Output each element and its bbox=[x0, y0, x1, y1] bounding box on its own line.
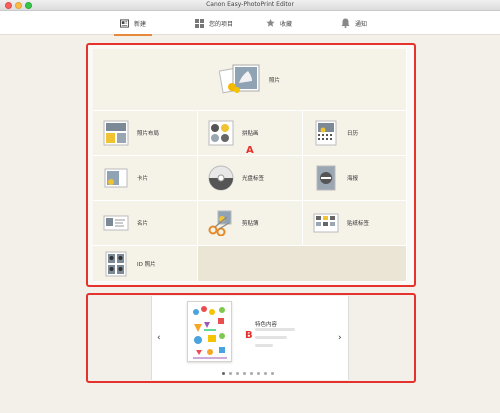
poster-icon bbox=[313, 165, 339, 191]
grid-icon bbox=[195, 18, 204, 28]
tab-new-label: 新建 bbox=[134, 20, 147, 28]
tab-favorites[interactable]: 收藏 bbox=[266, 11, 292, 35]
carousel-dot[interactable] bbox=[222, 372, 225, 375]
menu-item-label: 日历 bbox=[347, 131, 359, 137]
card-icon bbox=[103, 165, 129, 191]
menu-item-label: 照片布局 bbox=[137, 131, 160, 137]
menu-item-label: 拼贴画 bbox=[242, 131, 259, 137]
featured-text-placeholder bbox=[255, 344, 273, 347]
carousel-dot[interactable] bbox=[271, 372, 274, 375]
business-card-icon bbox=[103, 210, 129, 236]
carousel-pagination bbox=[222, 372, 274, 375]
empty-cell bbox=[198, 246, 407, 282]
collage-icon bbox=[208, 120, 234, 146]
carousel-dot[interactable] bbox=[236, 372, 239, 375]
menu-item-photo[interactable]: 照片 bbox=[93, 49, 407, 111]
window-title: Canon Easy-PhotoPrint Editor bbox=[206, 1, 294, 8]
carousel-dot[interactable] bbox=[257, 372, 260, 375]
featured-text-placeholder bbox=[255, 328, 295, 331]
menu-item-calendar[interactable]: 日历 bbox=[303, 111, 407, 156]
new-icon bbox=[120, 18, 129, 28]
carousel-dot[interactable] bbox=[229, 372, 232, 375]
menu-item-label: 光盘标签 bbox=[242, 176, 265, 182]
menu-item-business-card[interactable]: 名片 bbox=[93, 201, 198, 246]
menu-item-label: 卡片 bbox=[137, 176, 149, 182]
bell-icon bbox=[341, 18, 350, 28]
menu-item-photo-layout[interactable]: 照片布局 bbox=[93, 111, 198, 156]
tab-favorites-label: 收藏 bbox=[280, 20, 293, 28]
scissors-icon bbox=[208, 210, 234, 237]
photo-layout-icon bbox=[103, 120, 129, 146]
tab-notifications[interactable]: 通知 bbox=[341, 11, 367, 35]
sticker-icon bbox=[313, 210, 339, 236]
menu-item-scrapbook[interactable]: 剪贴簿 bbox=[198, 201, 303, 246]
disc-icon bbox=[208, 165, 234, 191]
tab-projects-label: 您的项目 bbox=[209, 20, 234, 28]
tab-projects[interactable]: 您的项目 bbox=[195, 11, 233, 35]
carousel-prev-button[interactable]: ‹ bbox=[157, 333, 161, 343]
menu-item-sticker-label[interactable]: 贴纸标签 bbox=[303, 201, 407, 246]
menu-item-poster[interactable]: 海报 bbox=[303, 156, 407, 201]
carousel-dot[interactable] bbox=[264, 372, 267, 375]
menu-item-label: 海报 bbox=[347, 176, 359, 182]
callout-a-label: A bbox=[246, 145, 254, 156]
menu-item-id-photo[interactable]: ID 照片 bbox=[93, 246, 198, 282]
project-type-grid: 照片 照片布局 拼贴画 日历 卡片 光盘标签 海报 名片 剪贴簿 贴纸标签 ID… bbox=[93, 49, 407, 282]
menu-item-photo-label: 照片 bbox=[268, 77, 280, 84]
menu-item-disc-label[interactable]: 光盘标签 bbox=[198, 156, 303, 201]
title-bar: Canon Easy-PhotoPrint Editor bbox=[0, 0, 500, 11]
photo-icon bbox=[218, 61, 261, 99]
carousel-dot[interactable] bbox=[250, 372, 253, 375]
featured-thumbnail[interactable] bbox=[187, 301, 232, 362]
tab-notifications-label: 通知 bbox=[355, 20, 368, 28]
menu-item-card[interactable]: 卡片 bbox=[93, 156, 198, 201]
featured-title: 特色内容 bbox=[255, 322, 278, 328]
top-navigation: 新建 您的项目 收藏 通知 bbox=[0, 11, 500, 36]
featured-text-placeholder bbox=[255, 336, 287, 339]
callout-b-label: B bbox=[245, 330, 253, 341]
tab-new[interactable]: 新建 bbox=[113, 11, 153, 36]
party-decorations-icon bbox=[193, 306, 227, 359]
star-icon bbox=[266, 18, 275, 28]
menu-item-label: 剪贴簿 bbox=[242, 221, 259, 227]
id-photo-icon bbox=[103, 251, 129, 277]
calendar-icon bbox=[313, 120, 339, 146]
menu-item-label: 贴纸标签 bbox=[347, 221, 370, 227]
menu-item-label: 名片 bbox=[137, 221, 149, 227]
menu-item-label: ID 照片 bbox=[137, 261, 156, 268]
carousel-next-button[interactable]: › bbox=[338, 333, 342, 343]
carousel-dot[interactable] bbox=[243, 372, 246, 375]
